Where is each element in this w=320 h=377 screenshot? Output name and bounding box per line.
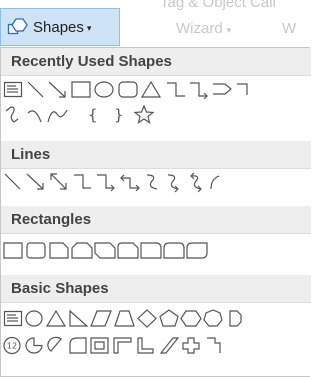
l-shape[interactable] [138, 338, 153, 353]
left-brace-shape[interactable]: { [88, 106, 98, 124]
partial-curve-shape[interactable] [211, 176, 219, 189]
section-header-basic-shapes: Basic Shapes [1, 275, 311, 303]
shapes-dropdown-button[interactable]: Shapes ▾ [0, 8, 120, 46]
frame-shape[interactable] [91, 338, 108, 353]
line-shape[interactable] [28, 82, 43, 97]
elbow-arrow-connector-shape[interactable] [97, 175, 114, 191]
badge-number: 12 [7, 342, 17, 351]
decagon-shape[interactable]: 12 [4, 338, 20, 354]
snip-single-corner-rectangle-shape[interactable] [50, 243, 68, 258]
snip-same-side-corner-rectangle-shape[interactable] [72, 243, 92, 258]
right-triangle-shape[interactable] [70, 311, 87, 326]
oval-shape[interactable] [26, 311, 42, 326]
hexagon-shape[interactable] [181, 311, 201, 326]
shapes-icon [7, 18, 28, 35]
shapes-button-label: Shapes [33, 18, 84, 36]
curved-arrow-connector-shape[interactable] [168, 175, 178, 192]
elbow-double-arrow-connector-shape[interactable] [121, 175, 139, 191]
snip-round-rectangle-shape[interactable] [118, 243, 138, 258]
basic-shapes-row-1 [1, 307, 311, 333]
wizard-button: Wizard ▾ [176, 20, 231, 37]
curved-connector-shape[interactable] [147, 175, 157, 189]
curved-double-arrow-connector-shape[interactable] [191, 173, 201, 192]
rectangles-row [1, 239, 311, 265]
partial-shape[interactable] [237, 84, 247, 95]
isosceles-triangle-shape[interactable] [47, 311, 65, 326]
section-title: Recently Used Shapes [11, 53, 172, 70]
elbow-connector-shape[interactable] [74, 175, 91, 188]
star-icon[interactable] [135, 106, 153, 123]
rectangle-shape[interactable] [4, 243, 22, 258]
rectangle-shape[interactable] [72, 82, 90, 97]
pie-shape[interactable] [26, 338, 42, 353]
section-title: Lines [11, 146, 51, 163]
double-arrow-line-shape[interactable] [51, 174, 66, 189]
basic-shapes-row-2: 12 [1, 334, 311, 360]
pentagon-arrow-shape[interactable] [213, 84, 231, 94]
text-box-shape[interactable] [5, 312, 22, 326]
curve-shape[interactable] [48, 110, 67, 122]
right-brace-shape[interactable]: } [114, 106, 124, 124]
wizard-label: Wizard [176, 20, 223, 37]
line-arrow-shape[interactable] [27, 174, 43, 189]
pentagon-shape[interactable] [160, 310, 178, 326]
heptagon-shape[interactable] [204, 310, 222, 326]
trapezoid-shape[interactable] [115, 311, 134, 326]
arc-shape[interactable] [28, 111, 41, 122]
teardrop-shape[interactable] [70, 338, 86, 353]
recent-shapes-row-2: { } [1, 103, 311, 124]
lines-row [1, 170, 311, 196]
left-brace-glyph: { [88, 106, 98, 124]
rounded-rectangle-shape[interactable] [119, 82, 137, 97]
rounded-rectangle-shape[interactable] [27, 243, 45, 258]
round-single-corner-rectangle-shape[interactable] [141, 243, 161, 258]
curved-connector-shape[interactable] [6, 107, 18, 122]
faded-group-label: Tag & Object Call [160, 0, 276, 11]
half-frame-shape[interactable] [114, 338, 131, 353]
diagonal-stripe-shape[interactable] [161, 338, 178, 353]
shapes-gallery-panel: Recently Used Shapes { } Lines Rectangle… [0, 47, 311, 377]
round-diagonal-corner-rectangle-shape[interactable] [187, 243, 207, 258]
octagon-shape[interactable] [230, 311, 241, 326]
right-brace-glyph: } [114, 106, 124, 124]
oval-shape[interactable] [95, 82, 113, 97]
parallelogram-shape[interactable] [91, 311, 111, 326]
line-shape[interactable] [5, 174, 20, 189]
elbow-arrow-connector-shape[interactable] [190, 83, 207, 99]
snip-diagonal-corner-rectangle-shape[interactable] [95, 243, 115, 258]
cross-shape[interactable] [183, 338, 199, 353]
section-header-recently-used: Recently Used Shapes [1, 48, 311, 76]
recent-shapes-row-1 [1, 78, 311, 104]
plaque-shape[interactable] [207, 338, 220, 353]
chord-shape[interactable] [48, 337, 61, 351]
chevron-down-icon: ▾ [226, 25, 232, 35]
section-header-lines: Lines [1, 141, 311, 169]
faded-w-label: W [282, 20, 297, 37]
text-box-shape[interactable] [5, 83, 22, 97]
round-same-side-corner-rectangle-shape[interactable] [164, 243, 184, 258]
section-title: Rectangles [11, 211, 92, 228]
section-title: Basic Shapes [11, 280, 109, 297]
arrow-shape[interactable] [49, 82, 65, 97]
elbow-connector-shape[interactable] [167, 83, 185, 96]
triangle-shape[interactable] [142, 82, 160, 97]
section-header-rectangles: Rectangles [1, 206, 311, 234]
ribbon: Tag & Object Call Wizard ▾ W Shapes ▾ [0, 0, 302, 48]
diamond-shape[interactable] [138, 310, 156, 327]
chevron-down-icon: ▾ [86, 23, 92, 33]
